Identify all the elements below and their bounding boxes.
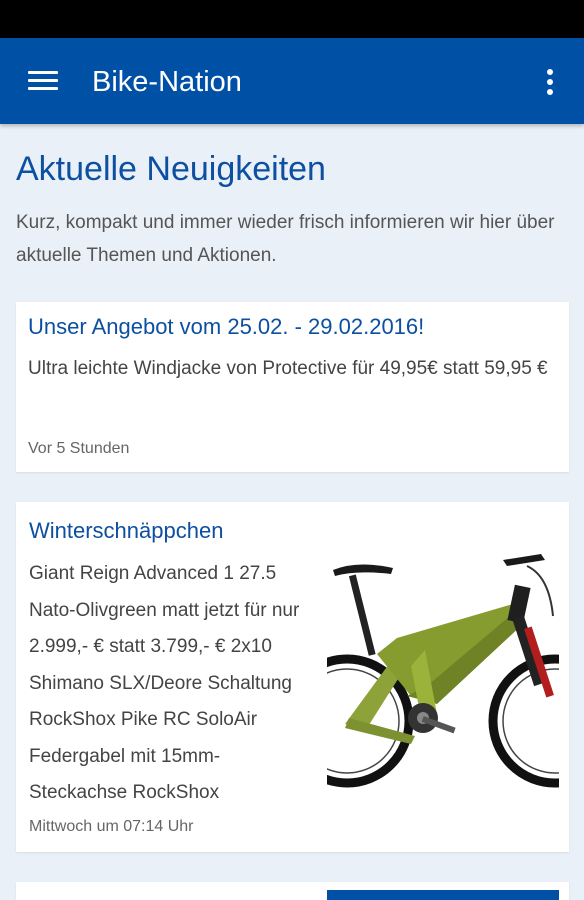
news-title: Winterschnäppchen — [29, 518, 224, 543]
menu-line — [28, 87, 58, 90]
dot — [547, 89, 553, 95]
mountain-bike-image — [280, 546, 584, 816]
news-card[interactable]: Winterschnäppchen Giant Reign Advanced 1… — [16, 502, 584, 852]
hamburger-menu-icon[interactable] — [20, 64, 64, 98]
news-image — [327, 890, 559, 900]
app-title: Bike-Nation — [92, 66, 242, 98]
news-text: Ultra leichte Windjacke von Protective f… — [28, 358, 548, 379]
news-timestamp: Mittwoch um 07:14 Uhr — [29, 818, 194, 835]
app-bar: Bike-Nation — [0, 38, 584, 124]
dot — [547, 79, 553, 85]
menu-line — [28, 79, 58, 82]
news-card[interactable]: Unser Angebot vom 25.02. - 29.02.2016! U… — [16, 302, 569, 472]
news-text: Giant Reign Advanced 1 27.5 Nato-Olivgre… — [29, 563, 300, 803]
news-timestamp: Vor 5 Stunden — [28, 440, 130, 457]
dot — [547, 69, 553, 75]
menu-line — [28, 71, 58, 74]
news-card[interactable] — [16, 882, 569, 900]
more-vertical-icon[interactable] — [536, 66, 564, 98]
status-bar — [0, 0, 584, 38]
page-intro: Kurz, kompakt und immer wieder frisch in… — [16, 212, 555, 266]
news-title: Unser Angebot vom 25.02. - 29.02.2016! — [28, 314, 425, 339]
page-title: Aktuelle Neuigkeiten — [16, 150, 326, 188]
